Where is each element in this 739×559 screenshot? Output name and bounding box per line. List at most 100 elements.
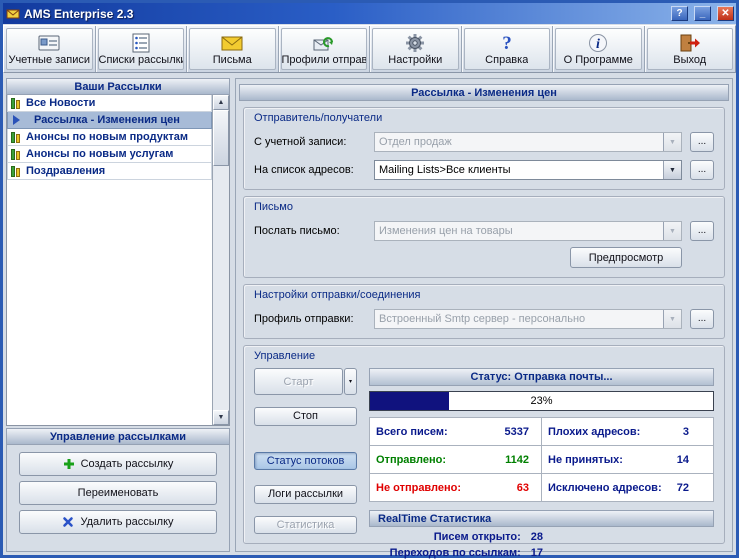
selected-arrow-icon (13, 115, 28, 125)
toolbar-button-mailing-lists[interactable]: Списки рассылки (97, 28, 184, 70)
realtime-header: RealTime Статистика (369, 510, 714, 527)
toolbar-button-exit[interactable]: Выход (646, 28, 733, 70)
progress-percent-label: 23% (530, 395, 553, 407)
scrollbar-thumb[interactable] (213, 110, 229, 166)
about-info-icon: i (586, 32, 610, 54)
sidebar-item-new-services[interactable]: Анонсы по новым услугам (7, 146, 212, 163)
status-area: Статус: Отправка почты... 23% Всего писе… (369, 368, 714, 559)
help-window-button[interactable]: ? (671, 6, 688, 21)
status-text: Статус: Отправка почты... (369, 368, 714, 386)
address-list-label: На список адресов: (254, 164, 354, 176)
toolbar-button-settings[interactable]: Настройки (372, 28, 459, 70)
delete-x-icon (62, 516, 74, 528)
mailing-books-icon (11, 165, 22, 177)
sidebar-item-label: Все Новости (26, 97, 96, 109)
account-combo[interactable]: Отдел продаж ▼ (374, 132, 682, 152)
content-area: Ваши Рассылки Все Новости Рассылка - Изм… (3, 75, 736, 559)
send-settings-group: Настройки отправки/соединения Профиль от… (243, 284, 725, 339)
toolbar-button-send-profiles[interactable]: Профили отправки (280, 28, 367, 70)
stat-bad-addresses: Плохих адресов: 3 (542, 418, 714, 446)
toolbar-label: Учетные записи (8, 53, 91, 66)
account-label: С учетной записи: (254, 136, 347, 148)
group-title: Настройки отправки/соединения (254, 289, 421, 301)
statistics-button[interactable]: Статистика (254, 515, 357, 534)
sidebar-item-new-products[interactable]: Анонсы по новым продуктам (7, 129, 212, 146)
toolbar-label: Справка (485, 53, 529, 66)
toolbar-label: Настройки (388, 53, 443, 66)
stat-not-sent: Не отправлено: 63 (370, 474, 542, 502)
management-header: Управление рассылками (6, 428, 230, 445)
app-icon (6, 7, 20, 21)
mailing-lists-icon (129, 32, 153, 54)
dropdown-arrow-icon: ▼ (663, 310, 681, 328)
group-title: Управление (254, 350, 316, 362)
letter-label: Послать письмо: (254, 225, 340, 237)
toolbar-label: Письма (212, 53, 252, 66)
minimize-button[interactable]: _ (694, 6, 711, 21)
main-panel: Рассылка - Изменения цен Отправитель/пол… (235, 78, 733, 559)
send-profile-browse-button[interactable]: ... (690, 309, 714, 329)
sidebar-item-label: Поздравления (26, 165, 106, 177)
sidebar-item-price-changes[interactable]: Рассылка - Изменения цен (7, 112, 212, 129)
svg-text:i: i (596, 37, 600, 52)
toolbar-button-letters[interactable]: Письма (189, 28, 276, 70)
mailing-books-icon (11, 97, 22, 109)
accounts-icon (37, 32, 61, 54)
send-profile-label: Профиль отправки: (254, 313, 354, 325)
delete-mailing-button[interactable]: Удалить рассылку (19, 510, 217, 534)
plus-icon (63, 458, 75, 470)
sidebar-item-label: Анонсы по новым услугам (26, 148, 174, 160)
sidebar-item-congratulations[interactable]: Поздравления (7, 163, 212, 180)
letters-icon (220, 32, 244, 54)
send-profile-combo[interactable]: Встроенный Smtp сервер - персонально ▼ (374, 309, 682, 329)
stop-button[interactable]: Стоп (254, 407, 357, 426)
start-button[interactable]: Старт (254, 368, 343, 395)
mailing-logs-button[interactable]: Логи рассылки (254, 485, 357, 504)
letter-browse-button[interactable]: ... (690, 221, 714, 241)
toolbar-button-accounts[interactable]: Учетные записи (6, 28, 93, 70)
control-buttons: Старт ▾ Стоп Статус потоков Логи рассылк… (254, 368, 357, 534)
thread-status-button[interactable]: Статус потоков (254, 451, 357, 470)
sidebar-item-all-news[interactable]: Все Новости (7, 95, 212, 112)
help-question-icon: ? (495, 32, 519, 54)
control-group: Управление Старт ▾ Стоп Статус потоков Л… (243, 345, 725, 559)
dropdown-arrow-icon: ▼ (663, 133, 681, 151)
progress-bar: 23% (369, 391, 714, 411)
toolbar-button-help[interactable]: ? Справка (463, 28, 550, 70)
toolbar-label: Выход (673, 53, 707, 66)
stat-total-letters: Всего писем: 5337 (370, 418, 542, 446)
management-panel: Создать рассылку Переименовать Удалить р… (6, 445, 230, 552)
address-list-browse-button[interactable]: ... (690, 160, 714, 180)
exit-door-icon (678, 32, 702, 54)
toolbar-label: Списки рассылки (98, 53, 184, 66)
letter-combo[interactable]: Изменения цен на товары ▼ (374, 221, 682, 241)
account-browse-button[interactable]: ... (690, 132, 714, 152)
toolbar: Учетные записи Списки рассылки Письма Пр… (3, 25, 736, 73)
rename-mailing-button[interactable]: Переименовать (19, 481, 217, 505)
app-window: AMS Enterprise 2.3 ? _ ✕ Учетные записи … (0, 0, 739, 559)
mailing-list: Все Новости Рассылка - Изменения цен Ано… (6, 95, 230, 426)
sidebar-item-label: Рассылка - Изменения цен (34, 114, 180, 126)
scroll-up-icon[interactable]: ▲ (213, 95, 229, 110)
mailing-books-icon (11, 148, 22, 160)
preview-button[interactable]: Предпросмотр (570, 247, 682, 268)
stat-excluded-addresses: Исключено адресов: 72 (542, 474, 714, 502)
dropdown-arrow-icon: ▼ (663, 222, 681, 240)
sender-recipients-group: Отправитель/получатели С учетной записи:… (243, 107, 725, 190)
close-button[interactable]: ✕ (717, 6, 734, 21)
address-list-combo[interactable]: Mailing Lists>Все клиенты ▼ (374, 160, 682, 180)
start-options-arrow-icon[interactable]: ▾ (344, 368, 357, 395)
create-mailing-button[interactable]: Создать рассылку (19, 452, 217, 476)
stats-table: Всего писем: 5337 Плохих адресов: 3 Отправ… (369, 417, 714, 502)
mailing-books-icon (11, 131, 22, 143)
sidebar-item-label: Анонсы по новым продуктам (26, 131, 188, 143)
scroll-down-icon[interactable]: ▼ (213, 410, 229, 425)
realtime-opened-row: Писем открыто: 28 (433, 531, 544, 543)
mailing-title: Рассылка - Изменения цен (239, 84, 729, 101)
scrollbar-track[interactable] (213, 110, 229, 410)
sidebar-scrollbar[interactable]: ▲ ▼ (212, 95, 229, 425)
dropdown-arrow-icon: ▼ (663, 161, 681, 179)
group-title: Письмо (254, 201, 293, 213)
toolbar-button-about[interactable]: i О Программе (555, 28, 642, 70)
group-title: Отправитель/получатели (254, 112, 383, 124)
